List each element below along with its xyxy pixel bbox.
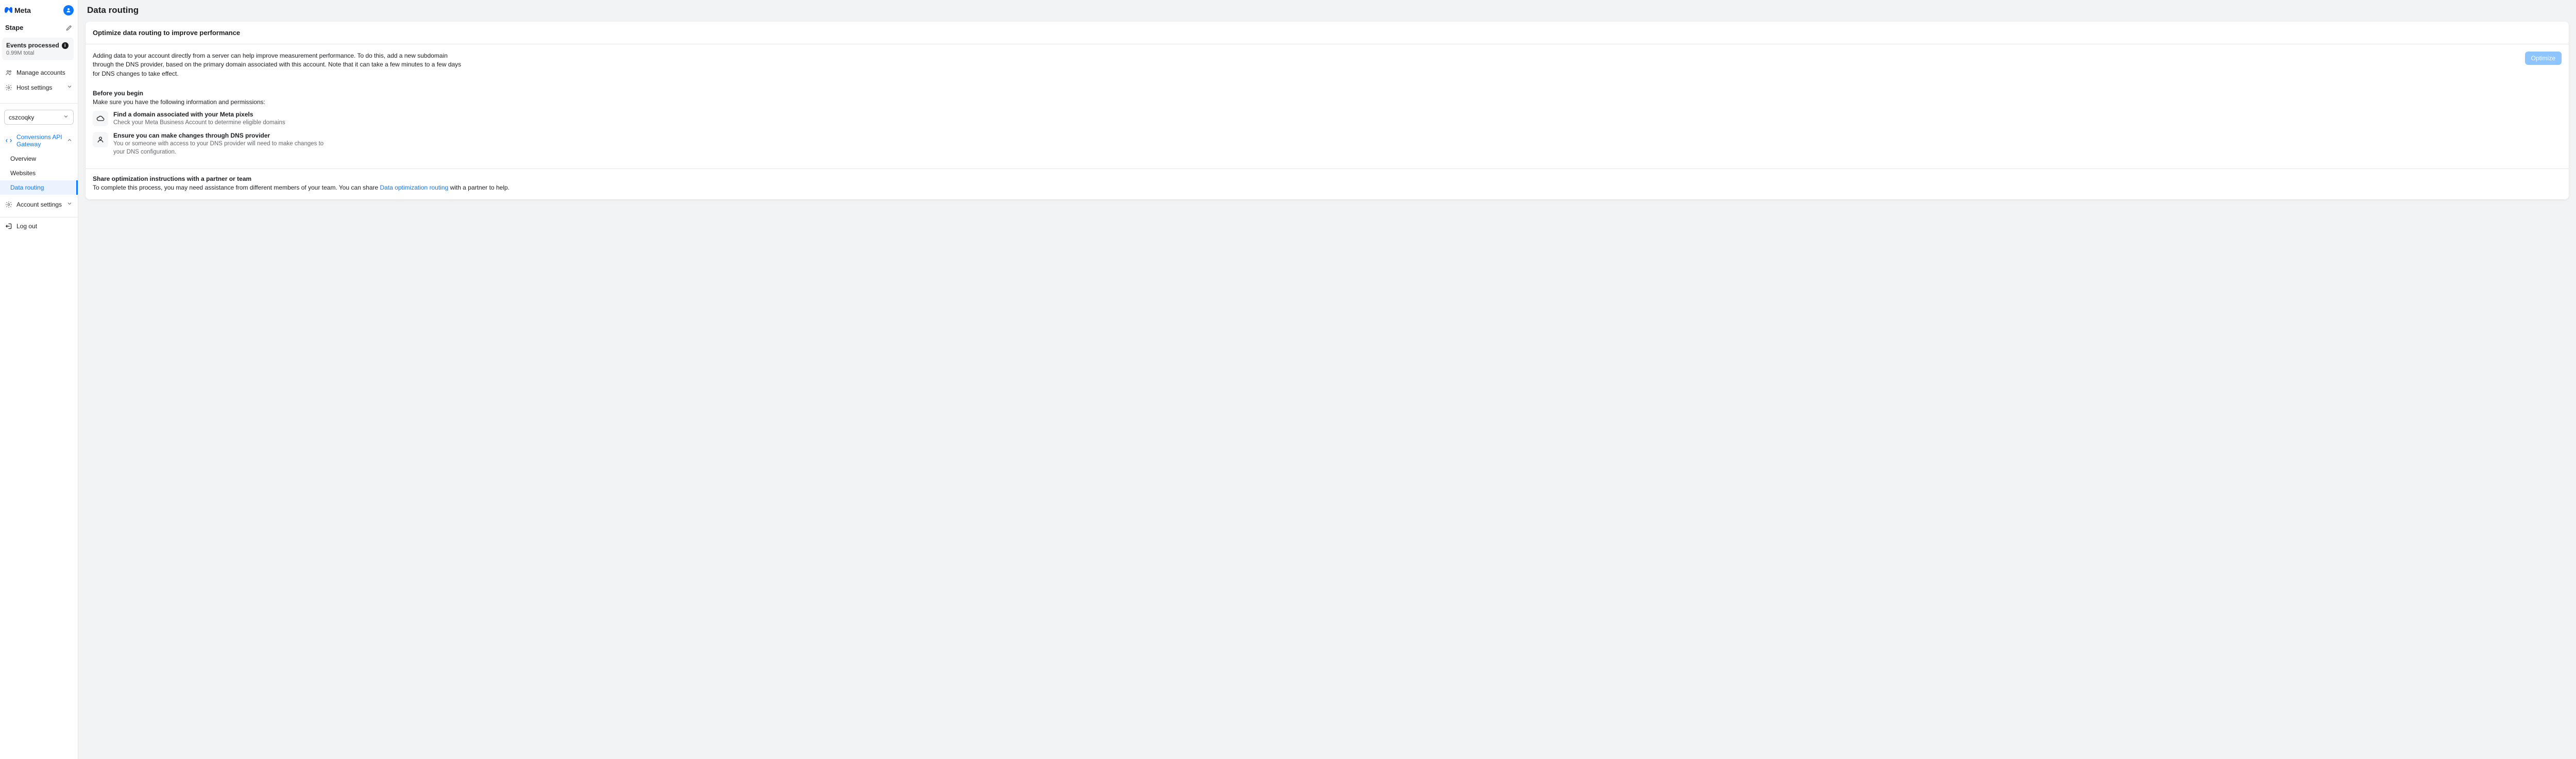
subnav-data-routing[interactable]: Data routing xyxy=(0,180,78,195)
prep-item-title: Ensure you can make changes through DNS … xyxy=(113,132,330,139)
optimize-button[interactable]: Optimize xyxy=(2525,52,2562,65)
chevron-down-icon xyxy=(63,113,69,121)
card-intro-row: Adding data to your account directly fro… xyxy=(86,44,2569,86)
org-row: Stape xyxy=(0,20,78,36)
events-title-row: Events processed i xyxy=(6,42,70,49)
prep-item-desc: Check your Meta Business Account to dete… xyxy=(113,119,285,127)
chevron-up-icon xyxy=(66,137,73,145)
people-icon xyxy=(5,69,12,76)
pencil-icon xyxy=(65,24,73,31)
share-text: To complete this process, you may need a… xyxy=(93,184,2562,191)
user-avatar-button[interactable] xyxy=(63,5,74,15)
gear-icon xyxy=(5,201,12,208)
chevron-down-icon xyxy=(66,83,73,91)
share-text-post: with a partner to help. xyxy=(448,184,510,191)
prep-item-desc: You or someone with access to your DNS p… xyxy=(113,140,330,156)
info-icon[interactable]: i xyxy=(62,42,69,49)
optimize-card: Optimize data routing to improve perform… xyxy=(86,22,2569,199)
org-name: Stape xyxy=(5,24,23,31)
data-optimization-routing-link[interactable]: Data optimization routing xyxy=(380,184,448,191)
chevron-down-icon xyxy=(66,200,73,208)
logout-label: Log out xyxy=(16,223,37,230)
nav-host-settings[interactable]: Host settings xyxy=(0,80,78,95)
events-processed-card[interactable]: Events processed i 0.99M total xyxy=(2,38,74,60)
meta-logo[interactable]: Meta xyxy=(4,6,31,14)
before-subtext: Make sure you have the following informa… xyxy=(93,98,2562,106)
nav-label: Host settings xyxy=(16,84,52,91)
primary-nav: Manage accounts Host settings xyxy=(0,65,78,99)
events-title: Events processed xyxy=(6,42,59,49)
brand-name: Meta xyxy=(14,6,31,14)
account-selector[interactable]: cszcoqky xyxy=(4,110,74,125)
account-selector-value: cszcoqky xyxy=(9,114,34,121)
prep-item-dns: Ensure you can make changes through DNS … xyxy=(93,132,2562,156)
person-icon xyxy=(65,7,72,13)
sidebar-header: Meta xyxy=(0,0,78,20)
edit-org-button[interactable] xyxy=(65,24,73,31)
section-label: Conversions API Gateway xyxy=(16,133,62,148)
intro-text: Adding data to your account directly fro… xyxy=(93,52,464,78)
main-content: Data routing Optimize data routing to im… xyxy=(78,0,2576,759)
page-title: Data routing xyxy=(86,5,2569,15)
prep-item-domain: Find a domain associated with your Meta … xyxy=(93,111,2562,127)
nav-account-settings[interactable]: Account settings xyxy=(0,197,78,212)
prep-item-title: Find a domain associated with your Meta … xyxy=(113,111,285,118)
person-icon xyxy=(93,132,108,147)
before-you-begin-section: Before you begin Make sure you have the … xyxy=(86,86,2569,168)
meta-icon xyxy=(4,6,12,14)
gear-icon xyxy=(5,84,12,91)
before-heading: Before you begin xyxy=(93,90,2562,97)
logout-icon xyxy=(5,223,12,230)
share-text-pre: To complete this process, you may need a… xyxy=(93,184,380,191)
subnav-overview[interactable]: Overview xyxy=(0,151,78,166)
api-icon xyxy=(5,137,12,144)
nav-label: Account settings xyxy=(16,201,62,208)
nav-label: Manage accounts xyxy=(16,69,65,76)
nav-manage-accounts[interactable]: Manage accounts xyxy=(0,65,78,80)
events-total: 0.99M total xyxy=(6,50,70,56)
logout-button[interactable]: Log out xyxy=(0,217,78,235)
subnav-websites[interactable]: Websites xyxy=(0,166,78,180)
cloud-icon xyxy=(93,111,108,126)
divider xyxy=(0,103,78,104)
share-title: Share optimization instructions with a p… xyxy=(93,175,2562,182)
share-section: Share optimization instructions with a p… xyxy=(86,169,2569,199)
card-title: Optimize data routing to improve perform… xyxy=(86,22,2569,44)
nav-conversions-api-gateway[interactable]: Conversions API Gateway xyxy=(0,130,78,151)
sidebar: Meta Stape Events processed i 0.99M tota… xyxy=(0,0,78,759)
